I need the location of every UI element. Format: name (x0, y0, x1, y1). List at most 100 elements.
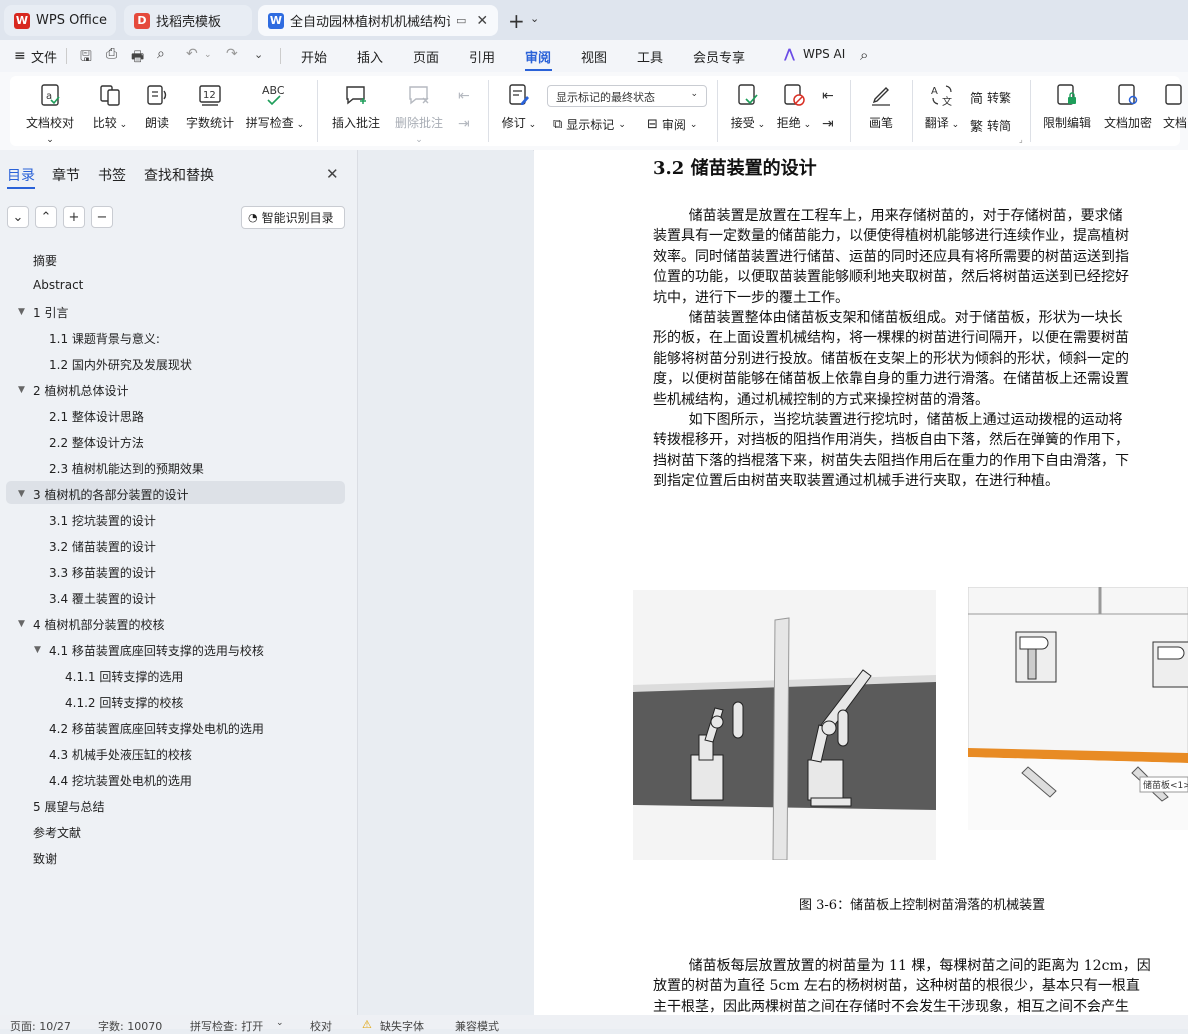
toc-item[interactable]: Abstract (33, 278, 83, 292)
pen-button[interactable]: 画笔 (864, 82, 898, 131)
next-change-icon[interactable]: ⇥ (822, 116, 834, 132)
more-chevron-icon[interactable]: ⌄ (254, 48, 263, 61)
prev-comment-icon[interactable]: ⇤ (458, 88, 470, 104)
toc-item[interactable]: 4 植树机部分装置的校核 (33, 616, 164, 633)
toc-item[interactable]: 4.1 移苗装置底座回转支撑的选用与校核 (49, 642, 264, 659)
toc-item[interactable]: 4.4 挖坑装置处电机的选用 (49, 772, 192, 789)
wps-ai-icon[interactable]: ⋀ (784, 47, 795, 62)
toc-item[interactable]: 参考文献 (33, 824, 81, 841)
missing-font-indicator[interactable]: 缺失字体 (380, 1018, 424, 1034)
toc-item[interactable]: 2.2 整体设计方法 (49, 434, 144, 451)
chevron-down-icon[interactable]: ⌄ (276, 1018, 284, 1028)
collapse-triangle-icon[interactable]: ▼ (34, 645, 41, 655)
compare-button[interactable]: 比较 ⌄ (90, 82, 130, 131)
tab-list-chevron-icon[interactable]: ⌄ (530, 12, 539, 25)
print-preview-icon[interactable]: ⌕ (157, 46, 165, 62)
new-tab-icon[interactable]: + (508, 9, 525, 33)
word-count-indicator[interactable]: 字数: 10070 (98, 1018, 162, 1034)
export-pdf-icon[interactable]: ⎙ (106, 46, 117, 62)
doc-more-button[interactable]: 文档 (1162, 82, 1188, 131)
toc-item[interactable]: 1 引言 (33, 304, 68, 321)
window-icon[interactable]: ▭ (456, 14, 466, 27)
spell-check-button[interactable]: ABC 拼写检查 ⌄ (245, 82, 305, 131)
toc-item-selected[interactable]: 3 植树机的各部分装置的设计 (33, 486, 188, 503)
menu-view[interactable]: 视图 (581, 47, 607, 66)
toc-item[interactable]: 1.1 课题背景与意义: (49, 330, 160, 347)
menu-wps-ai[interactable]: WPS AI (803, 47, 845, 61)
toc-item[interactable]: 2.3 植树机能达到的预期效果 (49, 460, 204, 477)
to-traditional-button[interactable]: 简 转繁 (970, 88, 1011, 107)
close-tab-icon[interactable]: ✕ (476, 13, 488, 29)
prev-change-icon[interactable]: ⇤ (822, 88, 834, 104)
menu-review[interactable]: 审阅 (525, 47, 551, 66)
markup-mode-select[interactable]: 显示标记的最终状态 ⌄ (547, 85, 707, 107)
to-simplified-button[interactable]: 繁 转简 (970, 116, 1011, 135)
undo-chevron-icon[interactable]: ⌄ (204, 50, 212, 60)
word-count-button[interactable]: 12 字数统计 (184, 82, 236, 131)
insert-comment-button[interactable]: 插入批注 (330, 82, 382, 131)
collapse-triangle-icon[interactable]: ▼ (18, 489, 25, 499)
show-markup-button[interactable]: ⧉ 显示标记 ⌄ (553, 116, 626, 133)
collapse-triangle-icon[interactable]: ▼ (18, 619, 25, 629)
tab-wps-office[interactable]: W WPS Office (4, 5, 116, 36)
restrict-edit-button[interactable]: 限制编辑 (1040, 82, 1094, 131)
remove-heading-icon[interactable]: − (91, 206, 113, 228)
toc-item[interactable]: 4.2 移苗装置底座回转支撑处电机的选用 (49, 720, 264, 737)
toc-item[interactable]: 3.1 挖坑装置的设计 (49, 512, 156, 529)
nav-tab-find-replace[interactable]: 查找和替换 (144, 165, 214, 185)
toc-item[interactable]: 3.4 覆土装置的设计 (49, 590, 156, 607)
collapse-triangle-icon[interactable]: ▼ (18, 307, 25, 317)
track-changes-button[interactable]: 修订 ⌄ (500, 82, 538, 131)
toc-item[interactable]: 2.1 整体设计思路 (49, 408, 144, 425)
toc-item[interactable]: 4.1.2 回转支撑的校核 (65, 694, 183, 711)
nav-tab-sections[interactable]: 章节 (52, 165, 80, 185)
menu-tools[interactable]: 工具 (637, 47, 663, 66)
menu-home[interactable]: 开始 (301, 47, 327, 66)
translate-button[interactable]: A文 翻译 ⌄ (922, 82, 962, 131)
delete-comment-button[interactable]: 删除批注 ⌄ (390, 82, 448, 145)
tab-template[interactable]: D 找稻壳模板 (124, 5, 252, 36)
toc-item[interactable]: 1.2 国内外研究及发展现状 (49, 356, 192, 373)
toc-item[interactable]: 4.1.1 回转支撑的选用 (65, 668, 183, 685)
page-indicator[interactable]: 页面: 10/27 (10, 1018, 71, 1034)
search-icon[interactable]: ⌕ (860, 46, 868, 64)
next-comment-icon[interactable]: ⇥ (458, 116, 470, 132)
menu-insert[interactable]: 插入 (357, 47, 383, 66)
tab-document[interactable]: W 全自动园林植树机机械结构设 ▭ ✕ (258, 5, 498, 36)
spell-check-indicator[interactable]: 拼写检查: 打开 (190, 1018, 263, 1034)
toc-item[interactable]: 致谢 (33, 850, 57, 867)
toc-item[interactable]: 3.2 储苗装置的设计 (49, 538, 156, 555)
collapse-triangle-icon[interactable]: ▼ (18, 385, 25, 395)
restrict-edit-label: 限制编辑 (1042, 116, 1091, 130)
close-panel-icon[interactable]: ✕ (326, 165, 339, 183)
doc-check-button[interactable]: a 文档校对 ⌄ (22, 82, 78, 145)
add-heading-icon[interactable]: + (63, 206, 85, 228)
menu-references[interactable]: 引用 (469, 47, 495, 66)
read-aloud-button[interactable]: 朗读 (142, 82, 172, 131)
proofread-indicator[interactable]: 校对 (310, 1018, 332, 1034)
toc-item[interactable]: 3.3 移苗装置的设计 (49, 564, 156, 581)
toc-item[interactable]: 5 展望与总结 (33, 798, 104, 815)
smart-toc-button[interactable]: ◔ 智能识别目录 (241, 206, 345, 229)
menu-file[interactable]: 文件 (31, 47, 57, 66)
expand-group-icon[interactable]: ⌟ (1019, 135, 1023, 144)
accept-button[interactable]: 接受 ⌄ (729, 82, 767, 131)
nav-tab-bookmarks[interactable]: 书签 (98, 165, 126, 185)
toc-item[interactable]: 4.3 机械手处液压缸的校核 (49, 746, 192, 763)
menu-member[interactable]: 会员专享 (693, 47, 745, 66)
encrypt-button[interactable]: 文档加密 (1100, 82, 1156, 131)
hamburger-icon[interactable]: ≡ (14, 48, 26, 64)
menu-page[interactable]: 页面 (413, 47, 439, 66)
toc-item[interactable]: 2 植树机总体设计 (33, 382, 128, 399)
toc-item[interactable]: 摘要 (33, 252, 57, 269)
undo-icon[interactable]: ↶ (186, 46, 198, 62)
save-icon[interactable]: 🖫 (80, 46, 92, 70)
nav-tab-toc[interactable]: 目录 (7, 165, 35, 185)
print-icon[interactable]: 🖶 (131, 46, 144, 70)
review-pane-button[interactable]: ⊟ 审阅 ⌄ (647, 116, 697, 133)
document-page[interactable]: 3.2 储苗装置的设计 储苗装置是放置在工程车上，用来存储树苗的，对于存储树苗，… (534, 150, 1188, 1015)
redo-icon[interactable]: ↷ (226, 46, 238, 62)
expand-up-icon[interactable]: ⌃ (35, 206, 57, 228)
collapse-all-icon[interactable]: ⌄ (7, 206, 29, 228)
reject-button[interactable]: 拒绝 ⌄ (775, 82, 813, 131)
